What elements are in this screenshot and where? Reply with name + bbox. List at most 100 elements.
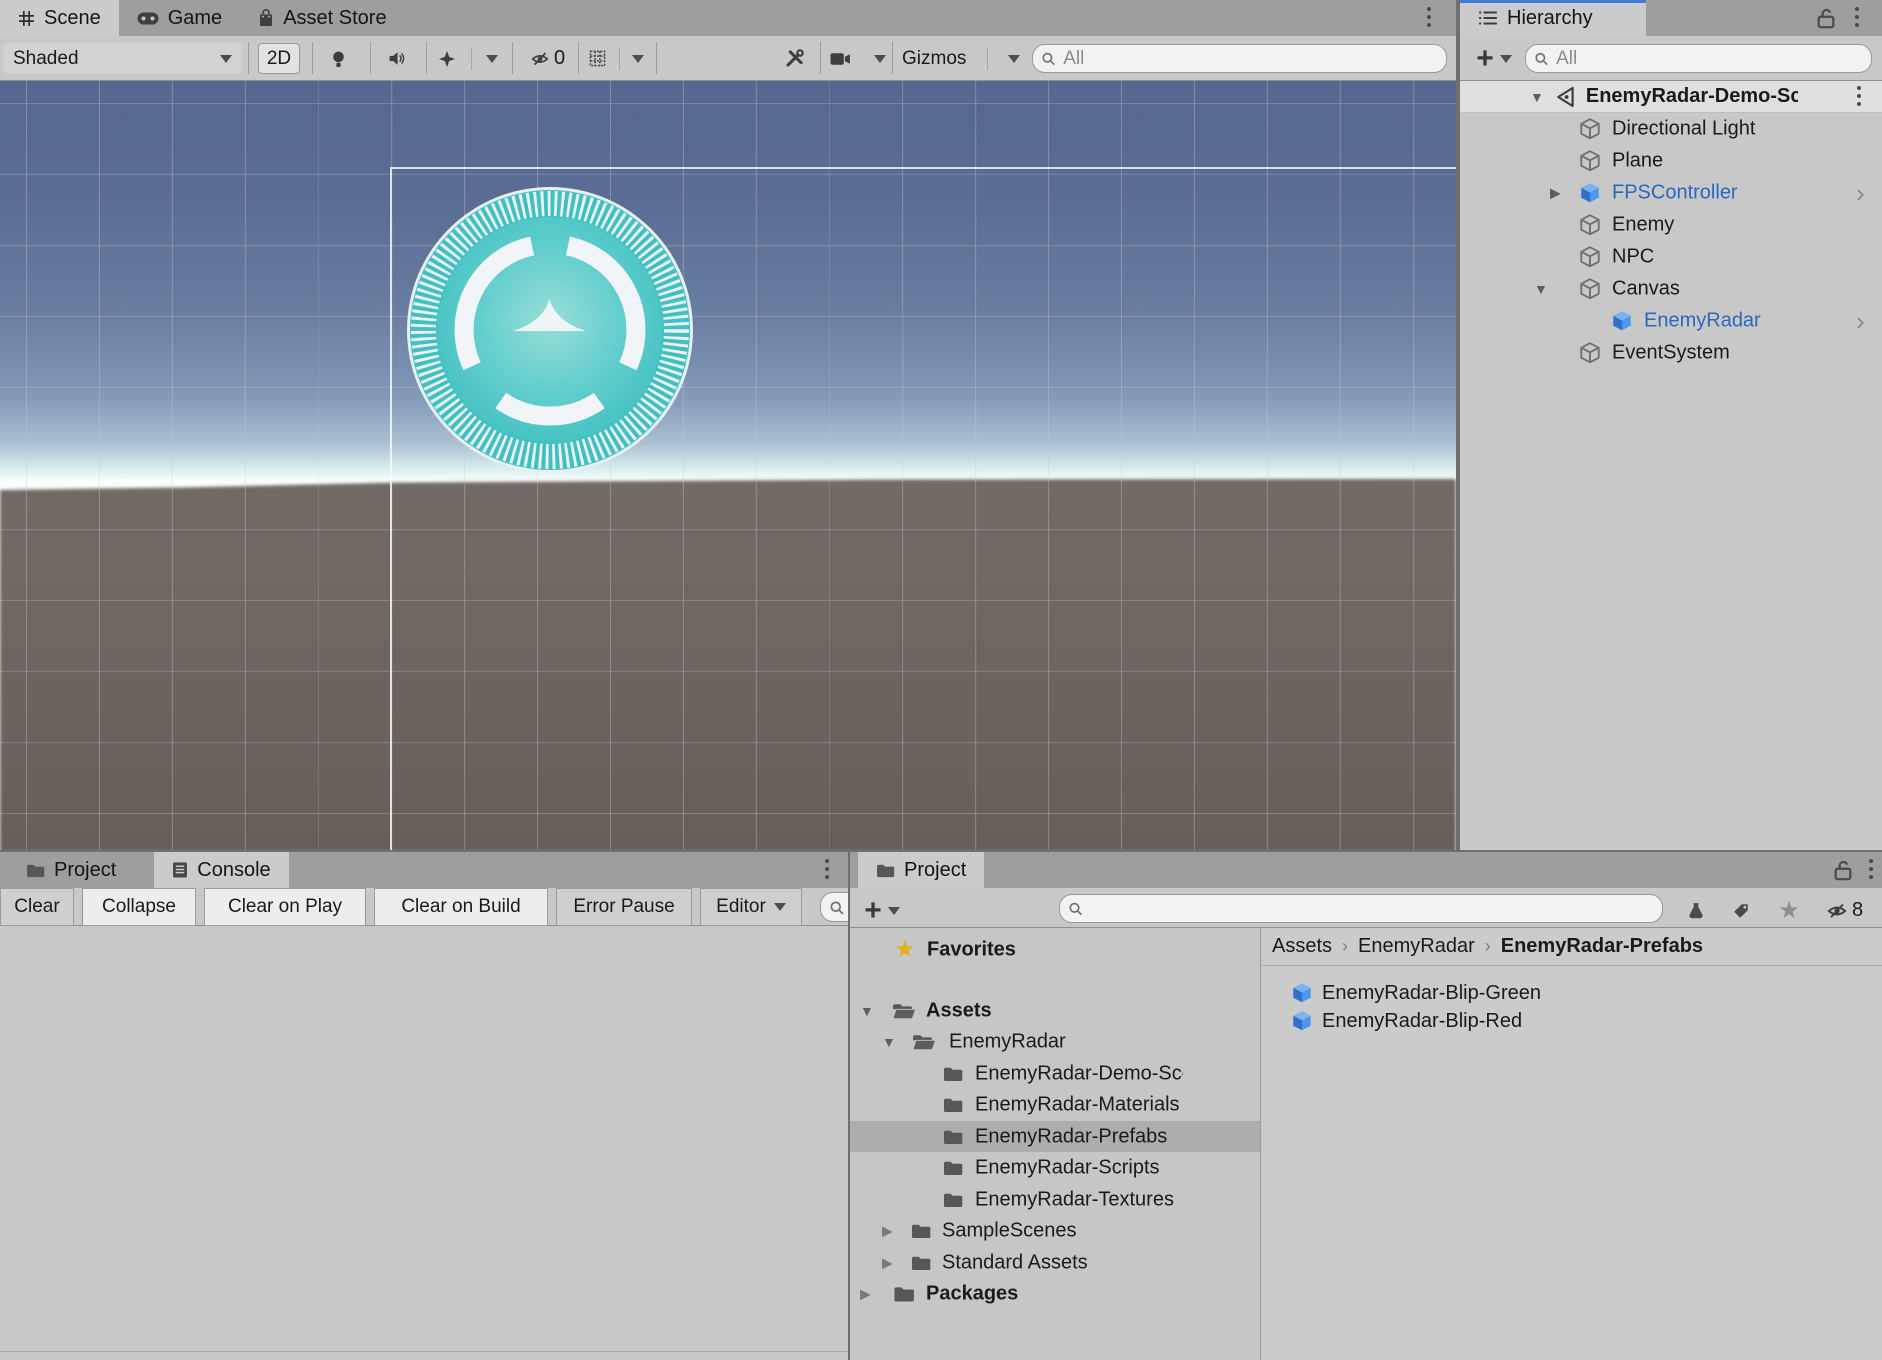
console-menu-icon[interactable] — [816, 859, 838, 879]
hidden-assets-button[interactable]: 8 — [1814, 895, 1876, 926]
lock-icon[interactable] — [1833, 859, 1853, 881]
hierarchy-search-field[interactable] — [1525, 44, 1872, 73]
chevron-down-icon — [874, 55, 886, 63]
expand-arrow[interactable]: ▶ — [860, 1286, 871, 1303]
hierarchy-row[interactable]: ▶ FPSController › — [1460, 177, 1882, 209]
scene-search-field[interactable] — [1032, 44, 1447, 73]
tab-hierarchy[interactable]: Hierarchy — [1460, 0, 1646, 36]
tab-label: Project — [54, 859, 116, 882]
hierarchy-row[interactable]: EventSystem — [1460, 337, 1882, 369]
tree-row[interactable]: EnemyRadar-Demo-Scene — [850, 1058, 1260, 1089]
tree-row[interactable]: EnemyRadar-Scripts — [850, 1153, 1260, 1184]
camera-dropdown-button[interactable] — [830, 43, 886, 74]
breadcrumb-item[interactable]: EnemyRadar — [1358, 935, 1475, 958]
expand-arrow[interactable]: ▶ — [1550, 185, 1561, 202]
favorites-row[interactable]: ★ Favorites — [850, 934, 1260, 965]
folder-icon — [910, 1223, 932, 1239]
clear-on-build-button[interactable]: Clear on Build — [374, 888, 548, 926]
hierarchy-row[interactable]: Directional Light — [1460, 113, 1882, 145]
console-log-area[interactable] — [0, 926, 848, 1352]
chevron-down-icon — [220, 55, 232, 63]
lock-icon[interactable] — [1816, 7, 1836, 29]
expand-arrow[interactable]: ▶ — [882, 1254, 893, 1271]
expand-arrow[interactable]: ▶ — [882, 1223, 893, 1240]
hierarchy-row[interactable]: EnemyRadar › — [1460, 305, 1882, 337]
hierarchy-menu-icon[interactable] — [1846, 7, 1868, 27]
tree-label: Favorites — [927, 938, 1016, 961]
tab-project[interactable]: Project — [858, 852, 984, 888]
tree-row[interactable]: EnemyRadar-Textures — [850, 1184, 1260, 1215]
lighting-toggle-button[interactable] — [320, 43, 356, 74]
scene-header-row[interactable]: ▼ EnemyRadar-Demo-Scene — [1460, 81, 1882, 113]
breadcrumb-item-current[interactable]: EnemyRadar-Prefabs — [1501, 935, 1703, 958]
folder-icon — [942, 1129, 964, 1145]
object-label: Directional Light — [1612, 118, 1755, 141]
collapse-button[interactable]: Collapse — [82, 888, 196, 926]
button-label: Clear — [14, 896, 59, 918]
asset-row[interactable]: EnemyRadar-Blip-Green — [1290, 979, 1541, 1007]
hierarchy-row[interactable]: Plane — [1460, 145, 1882, 177]
project-toolbar: + ★ 8 — [850, 888, 1882, 928]
tab-project-left[interactable]: Project — [8, 852, 134, 888]
grid-visibility-dropdown[interactable] — [584, 43, 648, 74]
separator — [471, 48, 472, 70]
tree-row-selected[interactable]: EnemyRadar-Prefabs — [850, 1121, 1260, 1152]
package-visibility-button[interactable] — [1677, 895, 1714, 926]
collapse-arrow[interactable]: ▼ — [882, 1034, 896, 1050]
button-label: Editor — [716, 896, 766, 918]
scene-panel-menu-icon[interactable] — [1418, 7, 1440, 27]
clear-button[interactable]: Clear — [0, 888, 74, 926]
collapse-arrow[interactable]: ▼ — [860, 1003, 874, 1019]
tree-row[interactable]: ▶ Packages — [850, 1279, 1260, 1310]
project-search-input[interactable] — [1088, 897, 1654, 921]
cube-icon — [1578, 277, 1602, 301]
folder-open-icon — [912, 1033, 936, 1051]
effects-dropdown-button[interactable] — [432, 43, 504, 74]
scene-search-input[interactable] — [1061, 47, 1438, 71]
hierarchy-search-input[interactable] — [1554, 47, 1863, 71]
object-label: Enemy — [1612, 214, 1674, 237]
gizmos-dropdown[interactable]: Gizmos — [898, 43, 1024, 74]
tag-icon — [1732, 902, 1750, 920]
tree-row[interactable]: EnemyRadar-Materials — [850, 1090, 1260, 1121]
project-menu-icon[interactable] — [1860, 859, 1882, 879]
project-search-field[interactable] — [1059, 894, 1663, 923]
2d-toggle-button[interactable]: 2D — [258, 43, 300, 74]
hierarchy-row[interactable]: NPC — [1460, 241, 1882, 273]
scene-viewport[interactable] — [0, 81, 1456, 852]
favorites-filter-button[interactable]: ★ — [1770, 895, 1808, 926]
shading-mode-dropdown[interactable]: Shaded — [3, 43, 242, 74]
custom-tools-button[interactable] — [776, 43, 812, 74]
tab-asset-store[interactable]: Asset Store — [240, 0, 404, 36]
tree-row[interactable]: ▶ Standard Assets — [850, 1247, 1260, 1278]
separator — [512, 42, 513, 74]
hierarchy-row[interactable]: ▼ Canvas — [1460, 273, 1882, 305]
create-asset-button[interactable]: + — [857, 895, 907, 926]
tree-row[interactable]: ▼ EnemyRadar — [850, 1027, 1260, 1058]
error-pause-button[interactable]: Error Pause — [556, 888, 692, 926]
tree-row[interactable]: ▶ SampleScenes — [850, 1216, 1260, 1247]
tab-scene[interactable]: Scene — [0, 0, 119, 36]
asset-row[interactable]: EnemyRadar-Blip-Red — [1290, 1007, 1522, 1035]
scene-menu-icon[interactable] — [1848, 86, 1870, 106]
tree-row[interactable]: ▼ Assets — [850, 995, 1260, 1026]
tab-game[interactable]: Game — [119, 0, 240, 36]
breadcrumb-item[interactable]: Assets — [1272, 935, 1332, 958]
tab-console[interactable]: Console — [154, 852, 288, 888]
hidden-objects-button[interactable]: 0 — [522, 43, 574, 74]
audio-toggle-button[interactable] — [376, 43, 416, 74]
separator — [578, 42, 579, 74]
hierarchy-row[interactable]: Enemy — [1460, 209, 1882, 241]
chevron-down-icon — [1500, 55, 1512, 63]
collapse-arrow[interactable]: ▼ — [1534, 281, 1548, 297]
console-search-field[interactable] — [820, 892, 848, 922]
create-object-button[interactable]: + — [1470, 43, 1518, 74]
hierarchy-panel: Hierarchy + ▼ EnemyRadar-Demo-Scene — [1460, 0, 1882, 852]
tab-label: Console — [197, 859, 270, 882]
editor-filter-dropdown[interactable]: Editor — [700, 888, 802, 926]
label-filter-button[interactable] — [1721, 895, 1760, 926]
clear-on-play-button[interactable]: Clear on Play — [204, 888, 366, 926]
gizmos-label: Gizmos — [902, 48, 966, 70]
collapse-arrow[interactable]: ▼ — [1530, 89, 1544, 105]
separator — [619, 48, 620, 70]
